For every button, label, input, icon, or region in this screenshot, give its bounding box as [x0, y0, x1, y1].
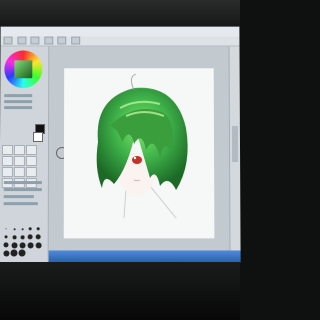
- brush-size-option[interactable]: [19, 233, 26, 240]
- color-wheel-icon[interactable]: [4, 50, 42, 88]
- brush-size-option[interactable]: [27, 241, 34, 248]
- toolbar-button[interactable]: [17, 37, 26, 45]
- toolbar-button[interactable]: [44, 37, 53, 45]
- brush-size-option[interactable]: [35, 233, 42, 240]
- color-square[interactable]: [14, 60, 32, 78]
- brush-icon[interactable]: [14, 145, 25, 155]
- vertical-scrollbar[interactable]: [229, 46, 241, 250]
- ahoge-strand: [131, 74, 136, 90]
- brush-setting-slider[interactable]: [4, 202, 38, 205]
- taskbar: [49, 250, 241, 262]
- tool-button[interactable]: [14, 156, 25, 166]
- tool-button[interactable]: [26, 167, 37, 177]
- brush-size-option[interactable]: [3, 233, 10, 240]
- color-slider[interactable]: [4, 94, 32, 97]
- brush-size-option[interactable]: [3, 225, 10, 232]
- color-slider[interactable]: [4, 106, 32, 109]
- brush-size-option[interactable]: [2, 241, 9, 248]
- color-slider[interactable]: [4, 100, 32, 103]
- tool-button[interactable]: [2, 156, 13, 166]
- monitor-bezel-top: [0, 0, 240, 30]
- tool-panel: [0, 46, 49, 262]
- brush-size-option[interactable]: [19, 225, 26, 232]
- toolbar-button[interactable]: [71, 37, 80, 45]
- monitor-screen: [0, 27, 241, 263]
- toolbar: [1, 37, 240, 47]
- canvas-area[interactable]: [49, 46, 230, 250]
- toolbar-button[interactable]: [4, 37, 13, 45]
- eye-highlight: [134, 157, 136, 159]
- anime-portrait-drawing: [64, 68, 215, 238]
- scrollbar-thumb[interactable]: [232, 126, 238, 162]
- tool-grid: [2, 144, 46, 174]
- brush-setting-slider[interactable]: [4, 195, 34, 198]
- tool-button[interactable]: [14, 167, 25, 177]
- background-color-swatch[interactable]: [33, 132, 43, 142]
- drawing-canvas[interactable]: [64, 68, 215, 238]
- brush-size-option[interactable]: [11, 241, 18, 248]
- pen-icon[interactable]: [2, 145, 13, 155]
- brush-size-option[interactable]: [27, 225, 34, 232]
- brush-size-option[interactable]: [2, 249, 9, 256]
- brush-size-option[interactable]: [19, 249, 26, 256]
- tool-button[interactable]: [26, 156, 37, 166]
- eye: [132, 156, 142, 164]
- brush-size-option[interactable]: [10, 249, 17, 256]
- toolbar-button[interactable]: [31, 37, 40, 45]
- brush-density-slider[interactable]: [4, 188, 42, 191]
- tool-button[interactable]: [2, 167, 13, 177]
- brush-size-option[interactable]: [11, 233, 18, 240]
- brush-size-option[interactable]: [11, 225, 18, 232]
- brush-size-option[interactable]: [35, 225, 42, 232]
- brush-size-option[interactable]: [35, 241, 42, 248]
- toolbar-button[interactable]: [58, 37, 67, 45]
- brush-size-slider[interactable]: [4, 181, 42, 184]
- monitor-bezel-bottom: [0, 262, 240, 320]
- brush-size-option[interactable]: [19, 241, 26, 248]
- brush-size-option[interactable]: [27, 233, 34, 240]
- brush-size-palette: [1, 224, 45, 262]
- eraser-icon[interactable]: [26, 145, 37, 155]
